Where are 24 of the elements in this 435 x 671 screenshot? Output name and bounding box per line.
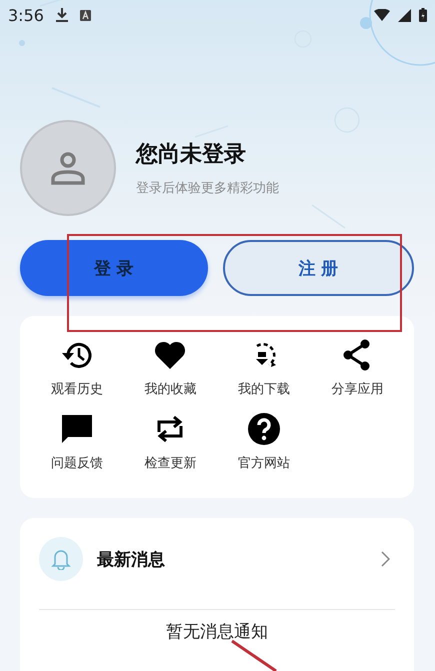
shortcut-label: 问题反馈	[50, 455, 103, 472]
messages-title[interactable]: 最新消息	[97, 548, 381, 570]
battery-icon	[419, 8, 427, 22]
chat-bubble-icon[interactable]	[60, 412, 94, 446]
shortcut-label: 官方网站	[238, 455, 290, 472]
register-button[interactable]: 注 册	[222, 240, 414, 296]
signal-icon	[398, 8, 411, 22]
empty-messages-text: 暂无消息通知	[165, 621, 269, 643]
login-status-title: 您尚未登录	[136, 141, 247, 169]
download-icon	[56, 8, 68, 22]
shortcut-label: 我的下载	[238, 381, 290, 398]
shortcut-label: 检查更新	[144, 455, 196, 472]
wifi-icon	[374, 9, 390, 21]
login-hint: 登录后体验更多精彩功能	[136, 180, 279, 197]
bell-icon	[39, 537, 83, 581]
help-icon[interactable]	[246, 412, 281, 446]
keyboard-app-icon	[80, 10, 91, 20]
chevron-right-icon[interactable]	[381, 551, 390, 567]
shortcut-label: 分享应用	[331, 381, 384, 398]
shortcut-label: 我的收藏	[144, 381, 196, 398]
shortcut-label: 观看历史	[50, 381, 103, 398]
person-icon	[51, 151, 85, 185]
status-time: 3:56	[8, 6, 44, 24]
login-button[interactable]: 登 录	[20, 240, 208, 296]
